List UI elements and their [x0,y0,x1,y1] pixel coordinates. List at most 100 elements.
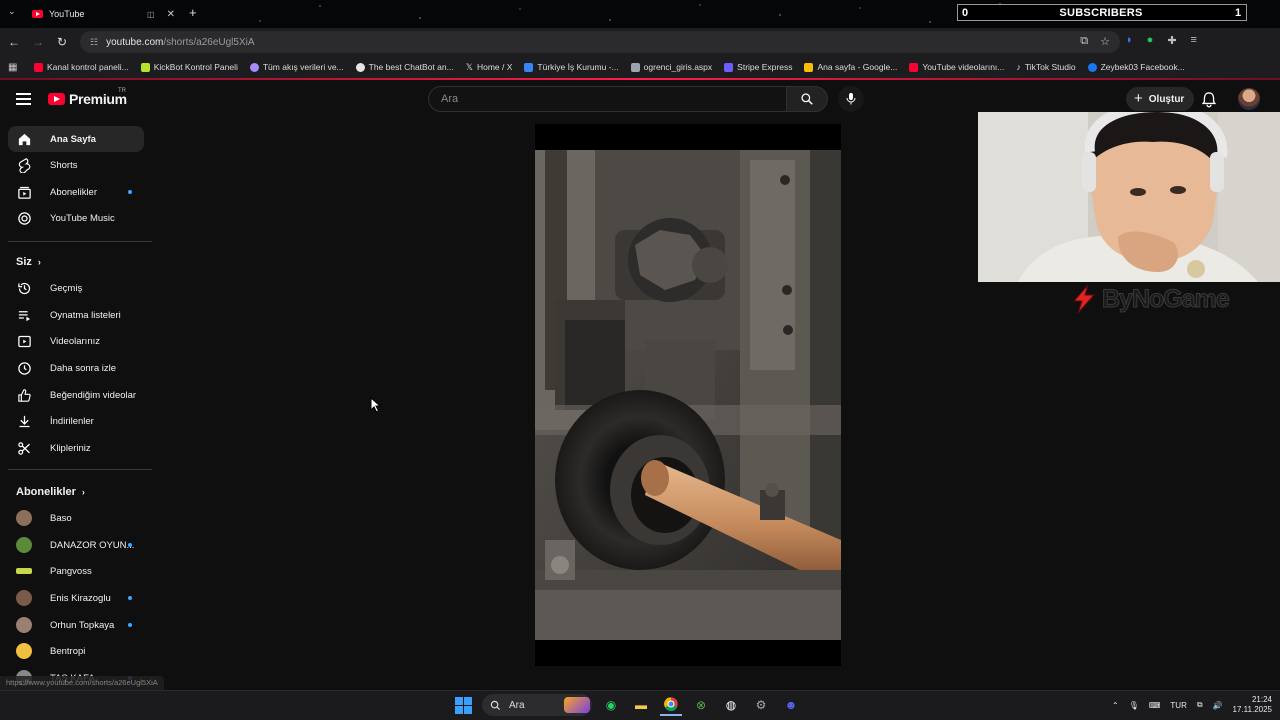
steam-icon[interactable]: ⚙ [750,694,772,716]
bookmark-item[interactable]: Ana sayfa - Google... [798,57,903,77]
account-avatar[interactable] [1238,88,1260,110]
sidebar-heading-subscriptions[interactable]: Abonelikler › [16,486,85,498]
sidebar-item-label: Bentropi [50,645,86,657]
sidebar-item-shorts[interactable]: Shorts [8,152,144,178]
bookmark-item[interactable]: Stripe Express [718,57,798,77]
tray-overflow-chevron-icon[interactable]: ⌃ [1112,701,1119,710]
extension-translate-icon[interactable]: ◗ [1126,34,1133,47]
discord-icon[interactable]: ☻ [780,694,802,716]
clock[interactable]: 21:24 17.11.2025 [1233,695,1272,715]
sidebar-item-subscriptions[interactable]: Abonelikler [8,179,144,205]
search-box[interactable] [428,86,786,112]
bookmark-star-icon[interactable]: ☆ [1100,35,1110,48]
sidebar-item-home[interactable]: Ana Sayfa [8,126,144,152]
browser-tab-youtube[interactable]: YouTube ◫ ✕ [26,3,181,25]
bookmark-item[interactable]: The best ChatBot an... [350,57,460,77]
apps-grid-icon[interactable]: ▦ [8,62,28,73]
sidebar-item-label: Baso [50,512,72,524]
sidebar-item-youtube-music[interactable]: YouTube Music [8,205,144,231]
channel-avatar [16,643,32,659]
extension-counter-icon[interactable]: ● [1147,34,1154,47]
taskbar-apps: Ara ◉ ▬ ⊗ ◍ ⚙ ☻ [452,694,802,716]
chevron-right-icon: › [37,257,41,267]
hamburger-menu-icon[interactable] [16,93,31,105]
sidebar-channel-item[interactable]: Enis Kirazoglu [8,585,144,611]
network-icon[interactable]: ⧉ [1197,700,1203,710]
keyboard-icon[interactable]: ⌨ [1149,701,1161,710]
reload-icon[interactable]: ↻ [50,35,74,49]
sidebar-channel-item[interactable]: DANAZOR OYUN... [8,532,144,558]
sidebar-channel-item[interactable]: Pangvoss [8,558,144,584]
bookmark-item[interactable]: 𝕏 Home / X [460,57,519,77]
video-frame[interactable] [535,150,841,640]
watch-later-icon [16,360,32,376]
sidebar-heading-you[interactable]: Siz › [16,256,41,268]
bookmark-item[interactable]: Zeybek03 Facebook... [1082,57,1191,77]
sidebar-item-label: Abonelikler [50,186,97,198]
notifications-bell-icon[interactable] [1201,91,1217,108]
sidebar-channel-item[interactable]: Baso [8,505,144,531]
chevron-right-icon: › [81,487,85,497]
chrome-icon[interactable] [660,694,682,716]
back-arrow-icon[interactable]: ← [2,35,26,49]
clips-icon [16,440,32,456]
sidebar-item-history[interactable]: Geçmiş [8,275,144,301]
obs-icon[interactable]: ◍ [720,694,742,716]
sidebar-item-watch-later[interactable]: Daha sonra izle [8,355,144,381]
whatsapp-icon[interactable]: ◉ [600,694,622,716]
bookmark-item[interactable]: ♪ TikTok Studio [1010,57,1081,77]
downloads-icon [16,413,32,429]
subscriber-counter-widget: 0 SUBSCRIBERS 1 [957,4,1247,21]
file-explorer-icon[interactable]: ▬ [630,694,652,716]
sidebar-channel-item[interactable]: Orhun Topkaya [8,612,144,638]
search-button[interactable] [786,86,828,112]
lightning-logo-icon [1072,284,1096,314]
address-bar[interactable]: ☷ youtube.com/shorts/a26eUgl5XiA ⧉ ☆ [80,31,1120,53]
bookmark-item[interactable]: ogrenci_giris.aspx [625,57,719,77]
subscriber-right-value: 1 [1234,6,1242,19]
taskbar-search-label: Ara [509,699,525,711]
xbox-icon[interactable]: ⊗ [690,694,712,716]
webcam-person-image [978,112,1280,282]
language-indicator[interactable]: TUR [1170,701,1186,710]
bookmark-item[interactable]: Türkiye İş Kurumu -... [518,57,624,77]
bookmark-item[interactable]: KickBot Kontrol Paneli [135,57,244,77]
search-input[interactable] [429,87,786,111]
voice-search-button[interactable] [838,86,864,112]
mute-tab-icon[interactable]: ◫ [147,10,155,19]
sidebar: Ana Sayfa Shorts Abonelikler YouTube Mus… [0,120,160,720]
search-icon [801,93,813,105]
sidebar-item-label: Oynatma listeleri [50,309,121,321]
sidebar-item-downloads[interactable]: İndirilenler [8,408,144,434]
media-control-icon[interactable]: ≡ [1191,34,1197,47]
new-tab-button[interactable]: + [189,5,197,20]
forward-arrow-icon[interactable]: → [26,35,50,49]
url-host: youtube.com [106,36,164,48]
volume-icon[interactable]: 🔊 [1213,701,1223,710]
tab-close-icon[interactable]: ✕ [167,9,175,20]
sidebar-item-label: Shorts [50,159,78,171]
taskbar-search[interactable]: Ara [482,694,592,716]
streamer-watermark: ByNoGame [1070,284,1230,314]
extensions-puzzle-icon[interactable]: ✚ [1167,34,1176,47]
cast-install-icon[interactable]: ⧉ [1080,35,1088,48]
youtube-premium-logo[interactable]: Premium [48,91,127,107]
create-button[interactable]: + Oluştur [1126,87,1195,111]
new-content-dot [128,543,132,547]
sidebar-item-clips[interactable]: Klipleriniz [8,435,144,461]
microphone-tray-icon[interactable]: 🎙 [1129,701,1139,710]
sidebar-item-label: Klipleriniz [50,442,91,454]
sidebar-item-liked-videos[interactable]: Beğendiğim videolar [8,382,144,408]
bookmark-item[interactable]: YouTube videolarını... [903,57,1010,77]
windows-start-icon[interactable] [452,694,474,716]
bookmark-item[interactable]: Tüm akış verileri ve... [244,57,350,77]
sidebar-item-your-videos[interactable]: Videolarınız [8,328,144,354]
shorts-video-player[interactable] [535,124,841,666]
video-machine-image [535,150,841,640]
logo-region: TR [118,88,126,94]
site-info-icon[interactable]: ☷ [90,37,98,48]
bookmark-item[interactable]: Kanal kontrol paneli... [28,57,135,77]
sidebar-item-playlists[interactable]: Oynatma listeleri [8,302,144,328]
tab-search-chevron-icon[interactable]: ⌄ [8,6,16,17]
sidebar-channel-item[interactable]: Bentropi [8,638,144,664]
